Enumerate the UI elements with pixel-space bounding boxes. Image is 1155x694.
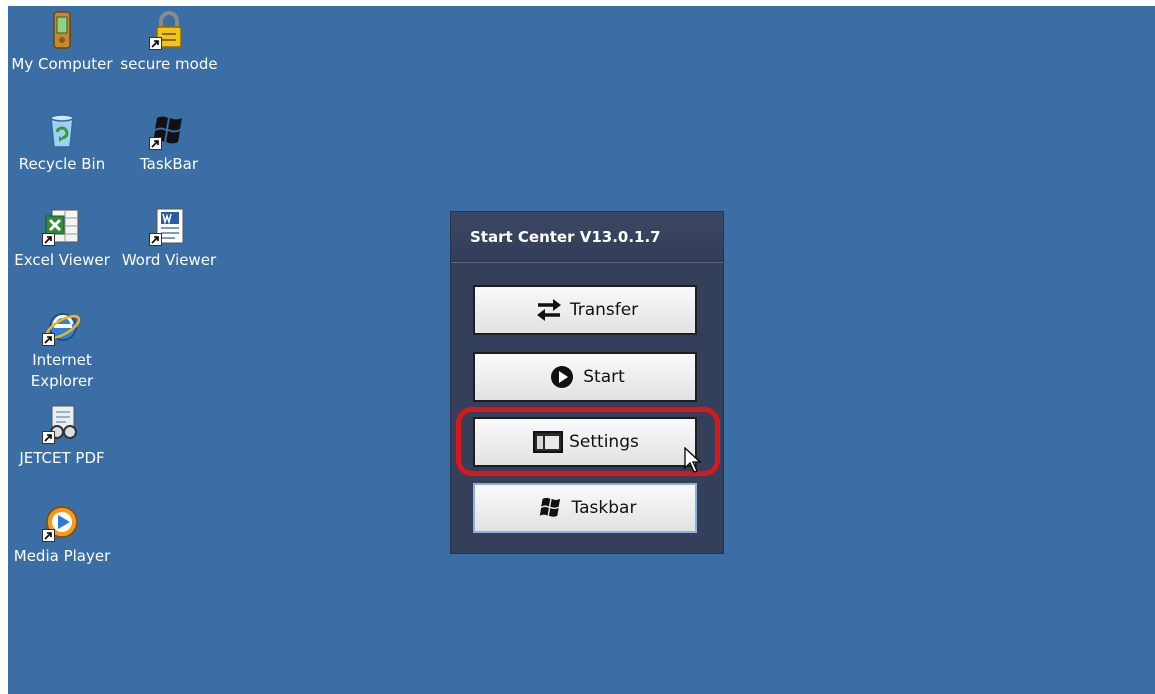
desktop-icon-label: TaskBar bbox=[139, 155, 199, 173]
desktop-icon-my-computer[interactable]: My Computer bbox=[8, 10, 116, 75]
pdf-viewer-icon bbox=[42, 404, 82, 444]
desktop-icon-taskbar[interactable]: TaskBar bbox=[115, 110, 223, 175]
desktop-icon-label: JETCET PDF bbox=[19, 449, 105, 467]
shortcut-arrow-icon bbox=[42, 529, 55, 542]
taskbar-button[interactable]: Taskbar bbox=[473, 483, 697, 533]
shortcut-arrow-icon bbox=[149, 37, 162, 50]
desktop-icon-word-viewer[interactable]: Word Viewer bbox=[115, 206, 223, 271]
start-button[interactable]: Start bbox=[473, 352, 697, 402]
padlock-icon bbox=[149, 10, 189, 50]
desktop-icon-label: Word Viewer bbox=[121, 251, 217, 269]
transfer-button-label: Transfer bbox=[569, 300, 639, 320]
desktop-icon-label: secure mode bbox=[120, 55, 218, 73]
desktop-icon-label: My Computer bbox=[11, 55, 113, 73]
media-player-icon bbox=[42, 502, 82, 542]
desktop-icon-media-player[interactable]: Media Player bbox=[8, 502, 116, 567]
pda-device-icon bbox=[42, 10, 82, 50]
internet-explorer-icon bbox=[42, 306, 82, 346]
desktop-icon-secure-mode[interactable]: secure mode bbox=[115, 10, 223, 75]
shortcut-arrow-icon bbox=[42, 233, 55, 246]
windows-flag-icon bbox=[534, 494, 568, 522]
desktop-icon-recycle-bin[interactable]: Recycle Bin bbox=[8, 110, 116, 175]
word-icon bbox=[149, 206, 189, 246]
windows-flag-icon bbox=[149, 110, 189, 150]
desktop-icon-label: Excel Viewer bbox=[14, 251, 110, 269]
desktop-icon-internet-explorer[interactable]: Internet Explorer bbox=[8, 306, 116, 392]
shortcut-arrow-icon bbox=[42, 431, 55, 444]
excel-icon bbox=[42, 206, 82, 246]
shortcut-arrow-icon bbox=[42, 333, 55, 346]
desktop-icon-jetcet-pdf[interactable]: JETCET PDF bbox=[8, 404, 116, 469]
shortcut-arrow-icon bbox=[149, 137, 162, 150]
transfer-button[interactable]: Transfer bbox=[473, 285, 697, 335]
start-center-title: Start Center V13.0.1.7 bbox=[470, 228, 661, 246]
recycle-bin-icon bbox=[42, 110, 82, 150]
desktop-icon-label: Media Player bbox=[13, 547, 111, 565]
play-circle-icon bbox=[545, 363, 579, 391]
start-button-label: Start bbox=[583, 367, 625, 387]
settings-button-label: Settings bbox=[569, 432, 639, 452]
settings-window-icon bbox=[531, 428, 565, 456]
shortcut-arrow-icon bbox=[149, 233, 162, 246]
start-center-title-bar: Start Center V13.0.1.7 bbox=[451, 212, 723, 263]
desktop: My Computer secure mode Recycle Bin Task… bbox=[8, 6, 1155, 694]
transfer-arrows-icon bbox=[532, 296, 566, 324]
desktop-icon-label: Internet Explorer bbox=[30, 351, 94, 390]
desktop-icon-label: Recycle Bin bbox=[18, 155, 106, 173]
desktop-icon-excel-viewer[interactable]: Excel Viewer bbox=[8, 206, 116, 271]
taskbar-button-label: Taskbar bbox=[571, 498, 637, 518]
start-center-panel: Start Center V13.0.1.7 Transfer Start Se… bbox=[451, 212, 723, 553]
settings-button[interactable]: Settings bbox=[473, 417, 697, 467]
